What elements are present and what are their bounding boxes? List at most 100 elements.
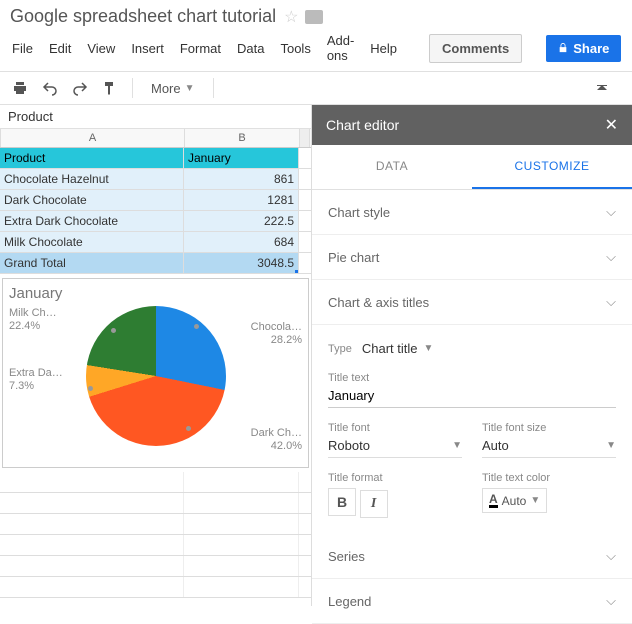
- cell[interactable]: Grand Total: [0, 253, 184, 273]
- editor-title: Chart editor: [326, 117, 399, 133]
- table-row[interactable]: Chocolate Hazelnut 861: [0, 169, 311, 190]
- star-icon[interactable]: ☆: [284, 7, 298, 27]
- title-color-label: Title text color: [482, 472, 616, 484]
- bold-button[interactable]: B: [328, 488, 356, 516]
- type-label: Type: [328, 343, 352, 355]
- section-pie-chart[interactable]: Pie chart ⌵: [312, 235, 632, 280]
- chevron-down-icon: ⌵: [606, 249, 616, 265]
- menu-addons[interactable]: Add-ons: [327, 33, 354, 63]
- spreadsheet-area: Product A B Product January Chocolate Ha…: [0, 105, 312, 606]
- cell[interactable]: [184, 577, 299, 597]
- more-label: More: [151, 81, 181, 96]
- section-chart-style[interactable]: Chart style ⌵: [312, 190, 632, 235]
- menu-insert[interactable]: Insert: [131, 41, 164, 56]
- cell[interactable]: [0, 493, 184, 513]
- leader-dot: [88, 386, 93, 391]
- section-series[interactable]: Series ⌵: [312, 534, 632, 579]
- cell[interactable]: 3048.5: [184, 253, 299, 273]
- cell[interactable]: [184, 556, 299, 576]
- title-font-dropdown[interactable]: Roboto▼: [328, 434, 462, 458]
- more-button[interactable]: More ▼: [143, 77, 203, 100]
- menu-view[interactable]: View: [87, 41, 115, 56]
- section-label: Series: [328, 549, 365, 564]
- menu-file[interactable]: File: [12, 41, 33, 56]
- cell[interactable]: Extra Dark Chocolate: [0, 211, 184, 231]
- title-font-label: Title font: [328, 422, 462, 434]
- cell[interactable]: [184, 493, 299, 513]
- cell[interactable]: [0, 577, 184, 597]
- caret-down-icon: ▼: [424, 343, 434, 354]
- undo-icon[interactable]: [38, 76, 62, 100]
- tab-customize[interactable]: CUSTOMIZE: [472, 145, 632, 189]
- menu-help[interactable]: Help: [370, 41, 397, 56]
- print-icon[interactable]: [8, 76, 32, 100]
- lock-icon: [558, 43, 568, 53]
- cell[interactable]: Milk Chocolate: [0, 232, 184, 252]
- menu-tools[interactable]: Tools: [280, 41, 310, 56]
- title-size-label: Title font size: [482, 422, 616, 434]
- table-row[interactable]: Milk Chocolate 684: [0, 232, 311, 253]
- cell[interactable]: Chocolate Hazelnut: [0, 169, 184, 189]
- table-row[interactable]: Extra Dark Chocolate 222.5: [0, 211, 311, 232]
- type-dropdown[interactable]: Chart title▼: [362, 341, 434, 356]
- name-box[interactable]: Product: [0, 105, 311, 129]
- cell[interactable]: [184, 472, 299, 492]
- menu-edit[interactable]: Edit: [49, 41, 71, 56]
- column-header-b[interactable]: B: [185, 129, 300, 147]
- title-format-label: Title format: [328, 472, 462, 484]
- section-label: Chart & axis titles: [328, 295, 429, 310]
- table-total-row[interactable]: Grand Total 3048.5: [0, 253, 311, 274]
- cell[interactable]: [184, 535, 299, 555]
- column-header-a[interactable]: A: [1, 129, 185, 147]
- section-axis-titles[interactable]: Chart & axis titles ⌵: [312, 280, 632, 325]
- paint-format-icon[interactable]: [98, 76, 122, 100]
- chevron-down-icon: ⌵: [606, 593, 616, 609]
- caret-down-icon: ▼: [185, 83, 195, 94]
- cell[interactable]: 684: [184, 232, 299, 252]
- document-title[interactable]: Google spreadsheet chart tutorial: [10, 6, 276, 27]
- italic-button[interactable]: I: [360, 490, 388, 518]
- chevron-down-icon: ⌵: [606, 204, 616, 220]
- share-button[interactable]: Share: [546, 35, 621, 62]
- cell[interactable]: January: [184, 148, 299, 168]
- table-header-row[interactable]: Product January: [0, 148, 311, 169]
- cell[interactable]: [0, 535, 184, 555]
- cell[interactable]: [184, 514, 299, 534]
- title-size-dropdown[interactable]: Auto▼: [482, 434, 616, 458]
- close-icon[interactable]: ✕: [605, 115, 618, 135]
- section-label: Pie chart: [328, 250, 379, 265]
- column-header-c[interactable]: [300, 129, 310, 147]
- menu-format[interactable]: Format: [180, 41, 221, 56]
- chevron-down-icon: ⌵: [606, 294, 616, 310]
- pie-chart: [86, 306, 226, 446]
- cell[interactable]: [0, 514, 184, 534]
- menu-data[interactable]: Data: [237, 41, 264, 56]
- title-text-input[interactable]: [328, 384, 616, 408]
- cell[interactable]: 222.5: [184, 211, 299, 231]
- leader-dot: [186, 426, 191, 431]
- comments-button[interactable]: Comments: [429, 34, 522, 63]
- slice-label: Extra Da…7.3%: [9, 367, 63, 393]
- title-color-dropdown[interactable]: A Auto ▼: [482, 488, 547, 513]
- leader-dot: [111, 328, 116, 333]
- table-row[interactable]: Dark Chocolate 1281: [0, 190, 311, 211]
- section-legend[interactable]: Legend ⌵: [312, 579, 632, 624]
- caret-down-icon: ▼: [452, 440, 462, 451]
- folder-icon[interactable]: [305, 10, 323, 24]
- tab-data[interactable]: DATA: [312, 145, 472, 189]
- cell[interactable]: [0, 556, 184, 576]
- cell[interactable]: 861: [184, 169, 299, 189]
- caret-down-icon: ▼: [530, 495, 540, 506]
- slice-label: Dark Ch…42.0%: [251, 427, 302, 453]
- share-label: Share: [573, 41, 609, 56]
- embedded-chart[interactable]: January Milk Ch…22.4% Extra Da…7.3% Choc…: [2, 278, 309, 468]
- chart-title: January: [9, 285, 302, 302]
- cell[interactable]: 1281: [184, 190, 299, 210]
- cell[interactable]: [0, 472, 184, 492]
- redo-icon[interactable]: [68, 76, 92, 100]
- cell[interactable]: Dark Chocolate: [0, 190, 184, 210]
- cell[interactable]: Product: [0, 148, 184, 168]
- collapse-icon[interactable]: [590, 76, 614, 100]
- leader-dot: [194, 324, 199, 329]
- chevron-down-icon: ⌵: [606, 548, 616, 564]
